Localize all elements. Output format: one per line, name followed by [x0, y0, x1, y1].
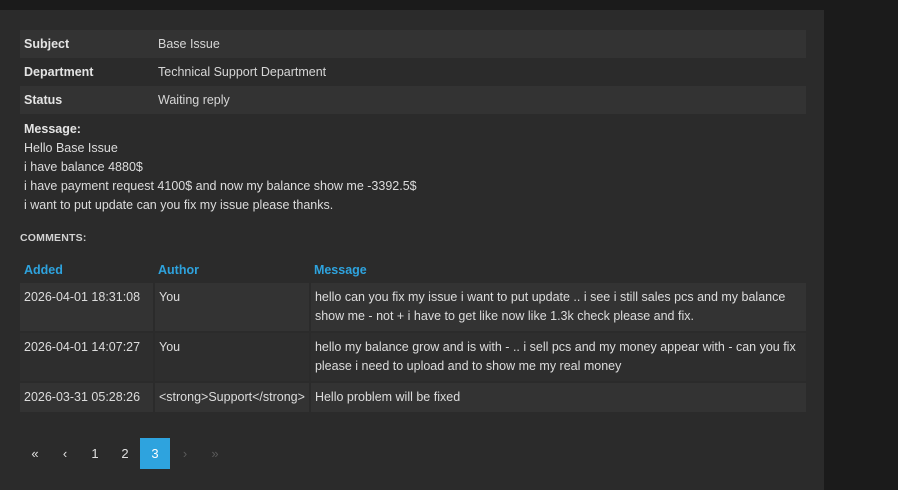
comments-table: Added Author Message 2026-04-01 18:31:08…: [20, 256, 806, 414]
comment-added: 2026-04-01 14:07:27: [20, 332, 155, 383]
subject-value: Base Issue: [154, 30, 806, 58]
message-label: Message:: [24, 122, 81, 136]
last-page-button: »: [211, 446, 219, 461]
comments-title: COMMENTS:: [20, 232, 87, 244]
comments-header-row: Added Author Message: [20, 256, 806, 283]
subject-row: Subject Base Issue: [20, 30, 806, 58]
ticket-info-table: Subject Base Issue Department Technical …: [20, 30, 806, 114]
status-value: Waiting reply: [154, 86, 806, 114]
table-row: 2026-04-01 14:07:27 You hello my balance…: [20, 332, 806, 383]
table-row: 2026-03-31 05:28:26 <strong>Support</str…: [20, 382, 806, 414]
ticket-panel: Subject Base Issue Department Technical …: [0, 10, 824, 490]
message-line: Hello Base Issue: [24, 141, 118, 155]
page-1-button[interactable]: 1: [80, 438, 110, 469]
comment-author: <strong>Support</strong>: [154, 382, 311, 414]
column-header-author[interactable]: Author: [154, 256, 310, 283]
message-line: i have payment request 4100$ and now my …: [24, 179, 417, 193]
status-row: Status Waiting reply: [20, 86, 806, 114]
department-label: Department: [24, 65, 94, 79]
pagination: « ‹ 1 2 3 › »: [20, 438, 230, 469]
comment-author: You: [154, 332, 311, 383]
column-header-message[interactable]: Message: [310, 256, 806, 283]
message-line: i want to put update can you fix my issu…: [24, 198, 334, 212]
comment-message: hello can you fix my issue i want to put…: [309, 283, 806, 333]
subject-label: Subject: [20, 30, 154, 58]
message-line: i have balance 4880$: [24, 160, 143, 174]
comment-added: 2026-04-01 18:31:08: [20, 283, 155, 333]
department-value: Technical Support Department: [158, 65, 327, 79]
first-page-button[interactable]: «: [20, 438, 50, 469]
status-label: Status: [20, 86, 154, 114]
department-row: Department Technical Support Department: [20, 58, 806, 86]
column-header-added[interactable]: Added: [20, 256, 154, 283]
previous-page-button[interactable]: ‹: [50, 438, 80, 469]
page-2-button[interactable]: 2: [110, 438, 140, 469]
ticket-message: Message: Hello Base Issue i have balance…: [24, 120, 784, 215]
table-row: 2026-04-01 18:31:08 You hello can you fi…: [20, 283, 806, 333]
next-page-button: ›: [182, 446, 188, 461]
comment-added: 2026-03-31 05:28:26: [20, 382, 155, 414]
comment-author: You: [154, 283, 311, 333]
page-3-button[interactable]: 3: [140, 438, 170, 469]
comment-message: hello my balance grow and is with - .. i…: [309, 332, 806, 383]
comment-message: Hello problem will be fixed: [309, 382, 806, 414]
